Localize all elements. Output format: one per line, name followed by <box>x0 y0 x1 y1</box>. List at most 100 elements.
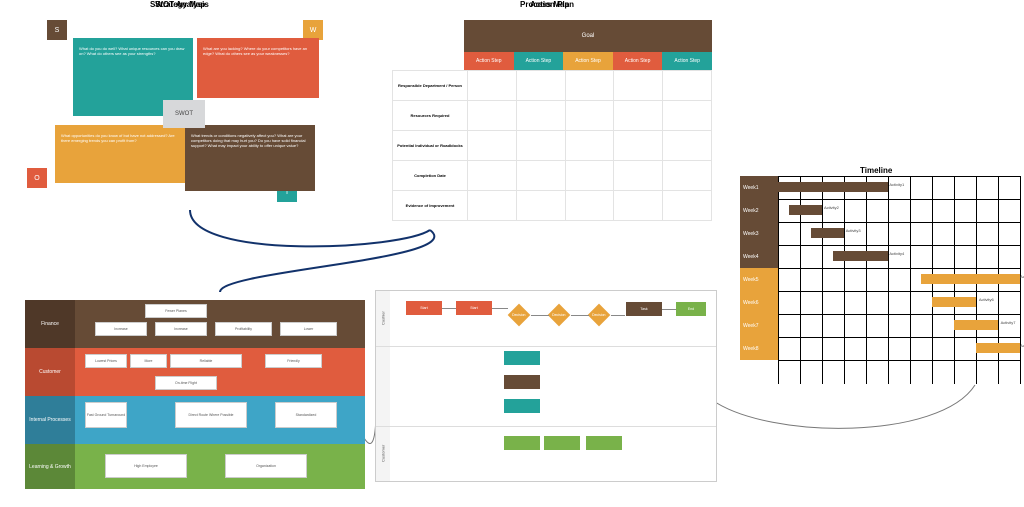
objective: Organization <box>225 454 307 478</box>
objective: On-time Flight <box>155 376 217 390</box>
action-step: Action Step <box>662 52 712 70</box>
gantt-bar-label: Activity8 <box>1020 343 1024 348</box>
gantt-bar-label: Activity1 <box>889 182 904 187</box>
objective: Increase <box>155 322 207 336</box>
gantt-row-head: Week4 <box>740 245 778 268</box>
objective: Lower <box>280 322 337 336</box>
action-step: Action Step <box>563 52 613 70</box>
gantt-row-head: Week5 <box>740 268 778 291</box>
action-step-row: Action Step Action Step Action Step Acti… <box>464 52 712 70</box>
objective: Increase <box>95 322 147 336</box>
strategy-title: Strategy Map <box>155 0 205 9</box>
gantt-row-head: Week6 <box>740 291 778 314</box>
gantt-row-head: Week7 <box>740 314 778 337</box>
gantt-bar <box>932 297 976 307</box>
gantt-bar <box>976 343 1020 353</box>
gantt-bar <box>811 228 844 238</box>
action-plan-panel: Goal Action Step Action Step Action Step… <box>392 10 712 230</box>
process-node: Start <box>406 301 442 315</box>
action-goal-header: Goal <box>464 20 712 52</box>
row-head: Responsible Department / Person <box>393 71 468 101</box>
process-node <box>504 399 540 413</box>
table-row: Potential Individual or Roadblocks <box>393 131 712 161</box>
perspective-finance: Finance Fewer Planes Increase Increase P… <box>25 300 365 348</box>
process-end: End <box>676 302 706 316</box>
action-step: Action Step <box>464 52 514 70</box>
objective: Fast Ground Turnaround <box>85 402 127 428</box>
perspective-customer: Customer Lowest Prices More Reliable Fri… <box>25 348 365 396</box>
row-head: Resources Required <box>393 101 468 131</box>
row-head: Evidence of Improvement <box>393 191 468 221</box>
perspective-label: Learning & Growth <box>25 444 75 489</box>
table-row: Evidence of Improvement <box>393 191 712 221</box>
lane-label <box>376 346 390 426</box>
gantt-row-head: Week8 <box>740 337 778 360</box>
objective: Standardized <box>275 402 337 428</box>
swot-threats: What trends or conditions negatively aff… <box>185 125 315 191</box>
gantt-bar-label: Activity3 <box>846 228 861 233</box>
swot-corner-w: W <box>303 20 323 40</box>
objective: High Employee <box>105 454 187 478</box>
timeline-title: Timeline <box>860 166 892 175</box>
lane-label: Cashier <box>376 291 390 346</box>
gantt-bar-label: Activity7 <box>1001 320 1016 325</box>
gantt-bar-label: Activity6 <box>979 297 994 302</box>
process-title: Process Map <box>520 0 569 9</box>
perspective-label: Internal Processes <box>25 396 75 444</box>
table-row: Completion Date <box>393 161 712 191</box>
perspective-label: Customer <box>25 348 75 396</box>
table-row: Resources Required <box>393 101 712 131</box>
swot-corner-o: O <box>27 168 47 188</box>
gantt-bar <box>778 182 888 192</box>
lane-divider <box>376 346 716 347</box>
strategy-map-panel: Finance Fewer Planes Increase Increase P… <box>25 290 365 485</box>
perspective-learning: Learning & Growth High Employee Organiza… <box>25 444 365 489</box>
canvas: SWOT Analysis S W O T What do you do wel… <box>0 0 1024 507</box>
process-decision: Decision <box>508 304 531 327</box>
table-row: Responsible Department / Person <box>393 71 712 101</box>
process-end <box>504 436 540 450</box>
process-decision: Decision <box>548 304 571 327</box>
action-table: Responsible Department / Person Resource… <box>392 70 712 221</box>
swot-weaknesses: What are you lacking? Where do your comp… <box>197 38 319 98</box>
process-decision: Decision <box>588 304 611 327</box>
objective: Friendly <box>265 354 322 368</box>
gantt-row-head: Week3 <box>740 222 778 245</box>
process-node: Start <box>456 301 492 315</box>
gantt-row-head: Week2 <box>740 199 778 222</box>
process-end <box>586 436 622 450</box>
lane-label: Customer <box>376 426 390 481</box>
objective: Lowest Prices <box>85 354 127 368</box>
gantt-grid: Activity1 Activity2 Activity3 Activity4 … <box>778 176 1020 384</box>
swot-corner-s: S <box>47 20 67 40</box>
gantt-bar <box>789 205 822 215</box>
row-head: Potential Individual or Roadblocks <box>393 131 468 161</box>
lane-divider <box>376 426 716 427</box>
objective: Direct Route Where Possible <box>175 402 247 428</box>
process-end <box>544 436 580 450</box>
objective: Profitability <box>215 322 272 336</box>
swot-opportunities: What opportunities do you know of but ha… <box>55 125 185 183</box>
process-map-panel: Cashier Customer Start Start Decision De… <box>375 290 717 482</box>
objective: More <box>130 354 167 368</box>
objective: Reliable <box>170 354 242 368</box>
gantt-bar-label: Activity4 <box>889 251 904 256</box>
process-node: Task <box>626 302 662 316</box>
row-head: Completion Date <box>393 161 468 191</box>
action-step: Action Step <box>613 52 663 70</box>
perspective-label: Finance <box>25 300 75 348</box>
process-node <box>504 351 540 365</box>
objective: Fewer Planes <box>145 304 207 318</box>
gantt-bar-label: Activity5 <box>1020 274 1024 279</box>
gantt-bar-label: Activity2 <box>824 205 839 210</box>
timeline-panel: Activity1 Activity2 Activity3 Activity4 … <box>740 176 1020 384</box>
perspective-internal: Internal Processes Fast Ground Turnaroun… <box>25 396 365 444</box>
swot-panel: S W O T What do you do well? What unique… <box>25 10 355 225</box>
gantt-bar <box>921 274 1020 284</box>
gantt-bar <box>954 320 998 330</box>
swot-centre: SWOT <box>163 100 205 128</box>
gantt-bar <box>833 251 888 261</box>
action-step: Action Step <box>514 52 564 70</box>
process-node <box>504 375 540 389</box>
gantt-row-head: Week1 <box>740 176 778 199</box>
